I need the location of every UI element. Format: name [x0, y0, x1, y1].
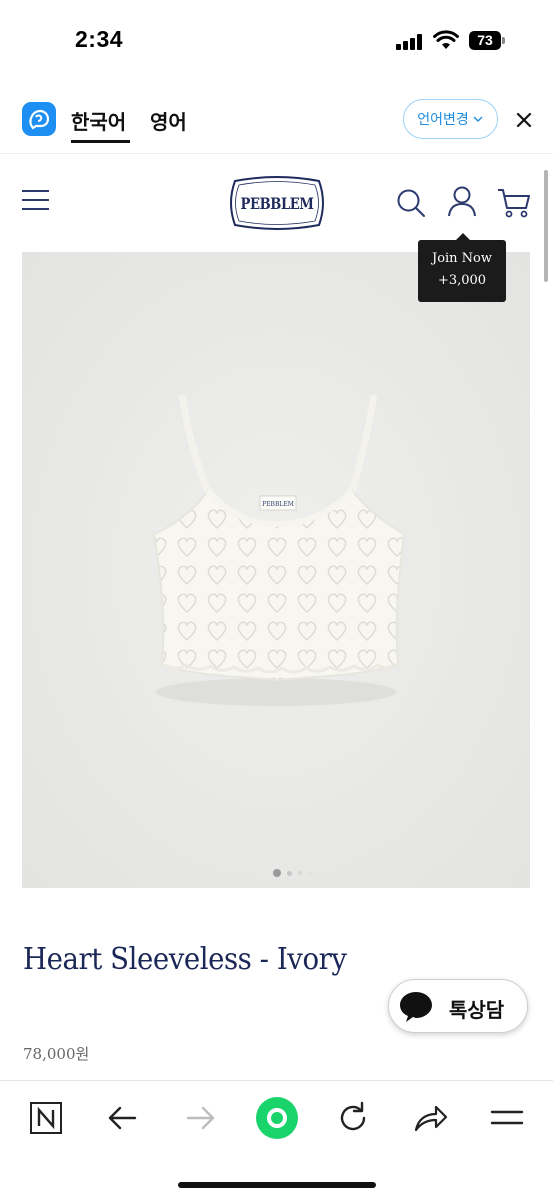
battery-icon: 73: [469, 31, 505, 50]
tab-active-indicator: [71, 140, 130, 143]
wifi-icon: [433, 30, 459, 49]
papago-logo-icon: [22, 102, 56, 136]
carousel-dot[interactable]: [308, 871, 311, 875]
reload-icon[interactable]: [331, 1098, 375, 1138]
talk-consult-button[interactable]: 톡상담: [388, 979, 528, 1033]
page-scrollbar[interactable]: [544, 170, 548, 282]
search-icon[interactable]: [396, 188, 426, 218]
chat-bubble-icon: [400, 992, 432, 1022]
back-icon[interactable]: [101, 1098, 145, 1138]
chevron-down-icon: [473, 116, 483, 122]
brand-logo[interactable]: PEBBLEM: [229, 175, 325, 231]
cellular-signal-icon: [396, 34, 426, 50]
svg-text:PEBBLEM: PEBBLEM: [262, 501, 294, 508]
tab-english[interactable]: 영어: [150, 106, 187, 135]
tooltip-title: Join Now: [431, 251, 493, 266]
forward-icon[interactable]: [178, 1098, 222, 1138]
green-home-icon[interactable]: [254, 1095, 300, 1141]
carousel-dot[interactable]: [298, 871, 302, 875]
translate-bar: 한국어 영어 언어변경: [0, 86, 553, 154]
change-language-label: 언어변경: [417, 112, 469, 128]
home-indicator: [178, 1182, 376, 1188]
brand-name: PEBBLEM: [240, 193, 314, 213]
status-bar: 2:34 73: [0, 0, 553, 84]
carousel-dot[interactable]: [287, 870, 292, 876]
tooltip-reward: +3,000: [437, 273, 487, 288]
knit-top-photo: PEBBLEM: [22, 252, 530, 888]
status-time: 2:34: [75, 26, 124, 52]
carousel-indicator: [273, 869, 311, 877]
menu-icon[interactable]: [22, 190, 50, 212]
product-image[interactable]: PEBBLEM: [22, 252, 530, 888]
talk-consult-label: 톡상담: [449, 998, 505, 1022]
user-icon[interactable]: [447, 186, 477, 218]
product-title: Heart Sleeveless - Ivory: [23, 942, 347, 977]
join-now-tooltip[interactable]: Join Now +3,000: [418, 233, 506, 302]
shop-header: PEBBLEM: [0, 155, 553, 250]
naver-n-icon[interactable]: [24, 1098, 68, 1138]
share-icon[interactable]: [408, 1098, 452, 1138]
cart-icon[interactable]: [497, 187, 531, 219]
menu-lines-icon[interactable]: [486, 1098, 530, 1138]
carousel-dot-active[interactable]: [273, 869, 281, 877]
battery-level: 73: [469, 31, 501, 50]
close-icon[interactable]: [512, 108, 536, 132]
product-price: 78,000원: [23, 1045, 90, 1063]
tab-korean[interactable]: 한국어: [71, 106, 126, 135]
change-language-button[interactable]: 언어변경: [403, 99, 498, 139]
